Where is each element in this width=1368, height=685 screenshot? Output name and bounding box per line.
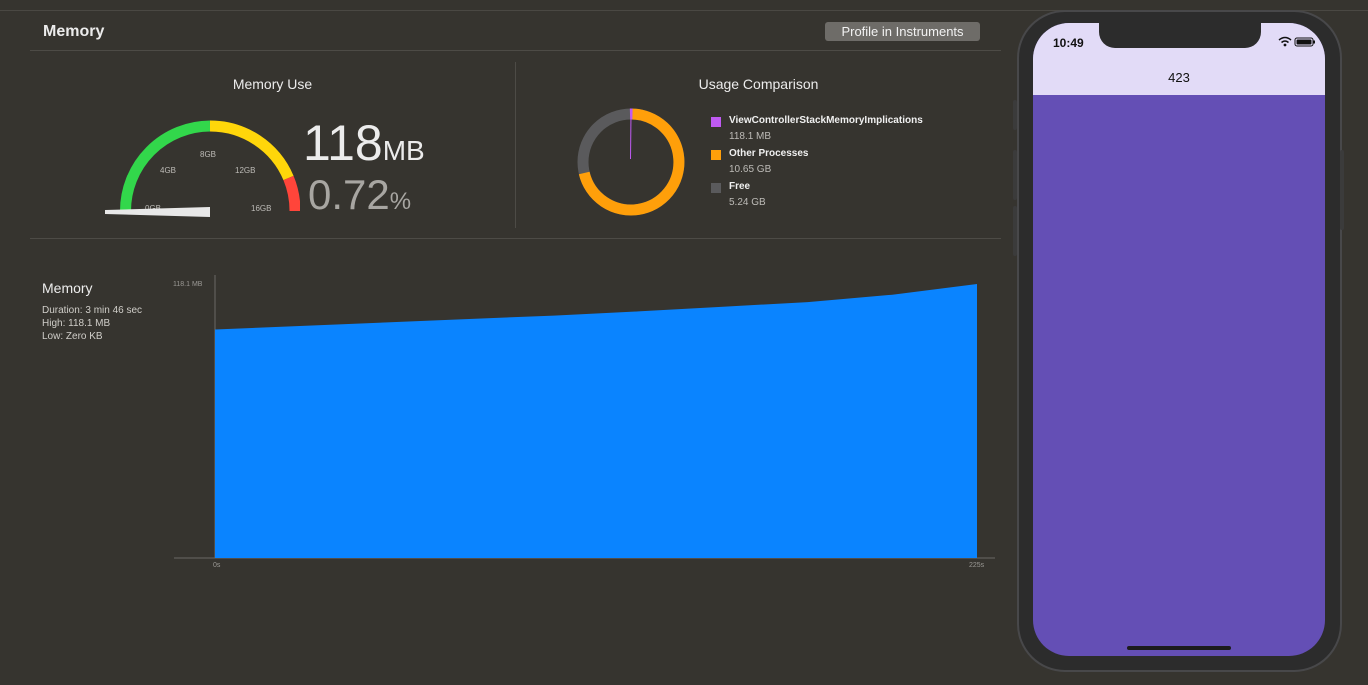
low-text: Low: Zero KB <box>42 331 103 342</box>
gauge-red-arc <box>283 175 300 212</box>
section-separator <box>30 238 1001 239</box>
gauge-label-8gb: 8GB <box>200 150 216 159</box>
memory-use-number: 118 <box>303 115 383 171</box>
legend-name-other: Other Processes <box>729 148 809 159</box>
usage-donut-chart <box>577 108 685 216</box>
nav-title: 423 <box>1168 70 1190 85</box>
legend-value-free: 5.24 GB <box>729 197 766 208</box>
gauge-label-4gb: 4GB <box>160 166 176 175</box>
navigation-bar: 10:49 423 <box>1033 23 1325 95</box>
status-bar-icons <box>1278 36 1315 47</box>
duration-text: Duration: 3 min 46 sec <box>42 305 143 316</box>
side-button[interactable] <box>1340 150 1344 230</box>
phone-notch <box>1099 23 1261 48</box>
memory-use-percent-number: 0.72 <box>308 171 390 218</box>
volume-up-button[interactable] <box>1013 150 1017 200</box>
memory-use-percent-unit: % <box>389 188 412 215</box>
gauge-label-16gb: 16GB <box>251 204 271 213</box>
gauge-label-12gb: 12GB <box>235 166 255 175</box>
high-text: High: 118.1 MB <box>42 318 111 329</box>
memory-use-percent: 0.72% <box>308 174 411 223</box>
volume-down-button[interactable] <box>1013 206 1017 256</box>
battery-icon <box>1294 37 1315 47</box>
status-bar-time: 10:49 <box>1053 36 1084 50</box>
legend-swatch-other <box>711 150 721 160</box>
memory-use-value: 118MB <box>303 118 425 176</box>
donut-app-marker <box>630 113 632 160</box>
home-indicator[interactable] <box>1127 646 1231 650</box>
profile-in-instruments-button[interactable]: Profile in Instruments <box>825 22 980 41</box>
memory-graph-stats: Duration: 3 min 46 sec High: 118.1 MB Lo… <box>42 304 142 343</box>
legend-swatch-app <box>711 117 721 127</box>
memory-report-panel: Memory Profile in Instruments Memory Use… <box>30 11 1001 685</box>
panel-header: Memory Profile in Instruments <box>30 11 1001 51</box>
memory-graph-label: Memory <box>42 280 93 296</box>
memory-area-chart: 118.1 MB 0s 225s <box>173 275 995 569</box>
legend-swatch-free <box>711 183 721 193</box>
phone-screen[interactable]: 10:49 423 <box>1033 23 1325 656</box>
memory-use-unit: MB <box>382 135 425 166</box>
legend-name-free: Free <box>729 181 751 192</box>
x-end-tick-label: 225s <box>969 562 985 569</box>
memory-area-series <box>215 284 977 558</box>
legend-name-app: ViewControllerStackMemoryImplications <box>729 115 923 126</box>
iphone-simulator: 10:49 423 <box>1013 10 1344 672</box>
page-title: Memory <box>43 23 105 40</box>
x-start-tick-label: 0s <box>213 562 221 569</box>
usage-comparison-title: Usage Comparison <box>698 76 819 92</box>
wifi-icon <box>1278 36 1292 47</box>
legend-value-app: 118.1 MB <box>729 131 772 142</box>
mute-switch <box>1013 100 1017 130</box>
memory-gauge: 0GB 4GB 8GB 12GB 16GB <box>105 120 300 217</box>
y-max-tick-label: 118.1 MB <box>173 281 203 288</box>
legend-value-other: 10.65 GB <box>729 164 772 175</box>
